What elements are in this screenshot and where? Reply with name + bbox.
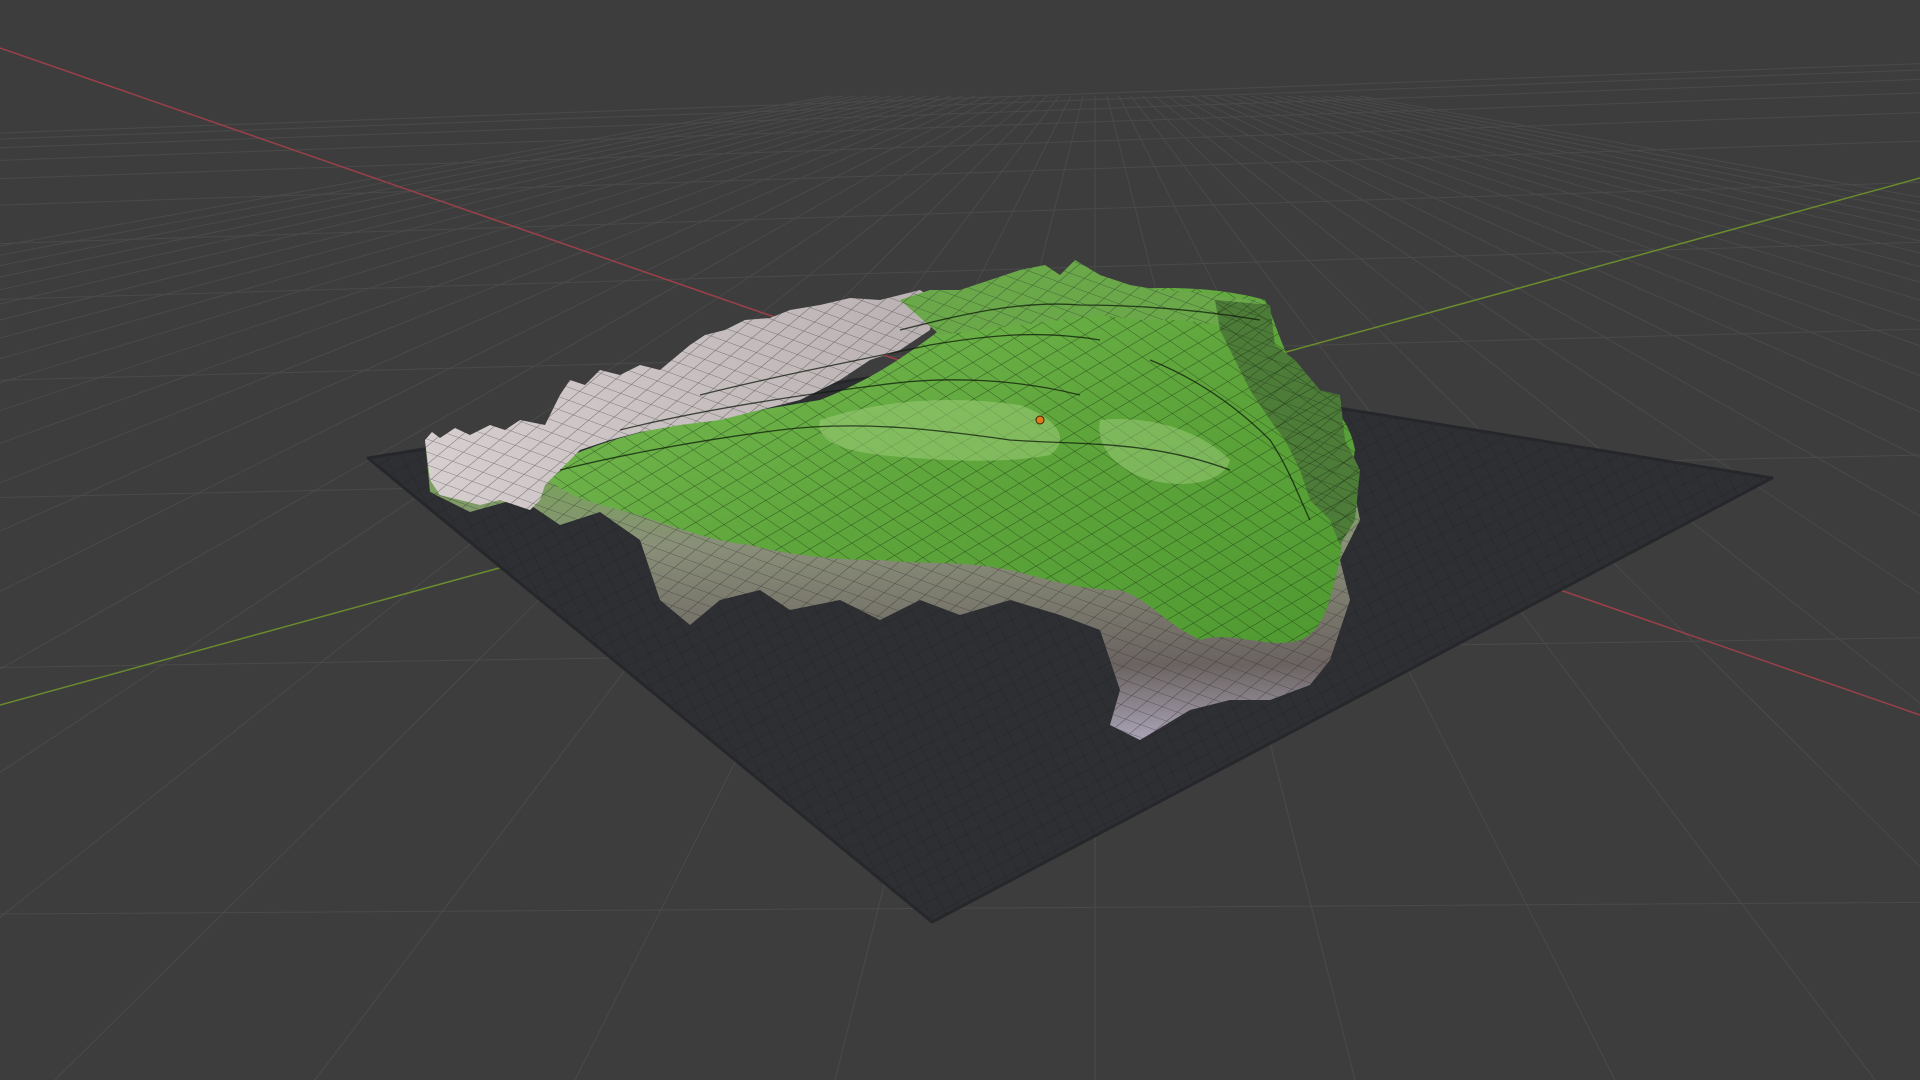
origin-dot bbox=[1035, 415, 1045, 425]
grid-line bbox=[0, 69, 1920, 140]
grid-line bbox=[0, 181, 1920, 245]
3d-viewport[interactable] bbox=[0, 0, 1920, 1080]
viewport-canvas[interactable] bbox=[0, 0, 1920, 1080]
